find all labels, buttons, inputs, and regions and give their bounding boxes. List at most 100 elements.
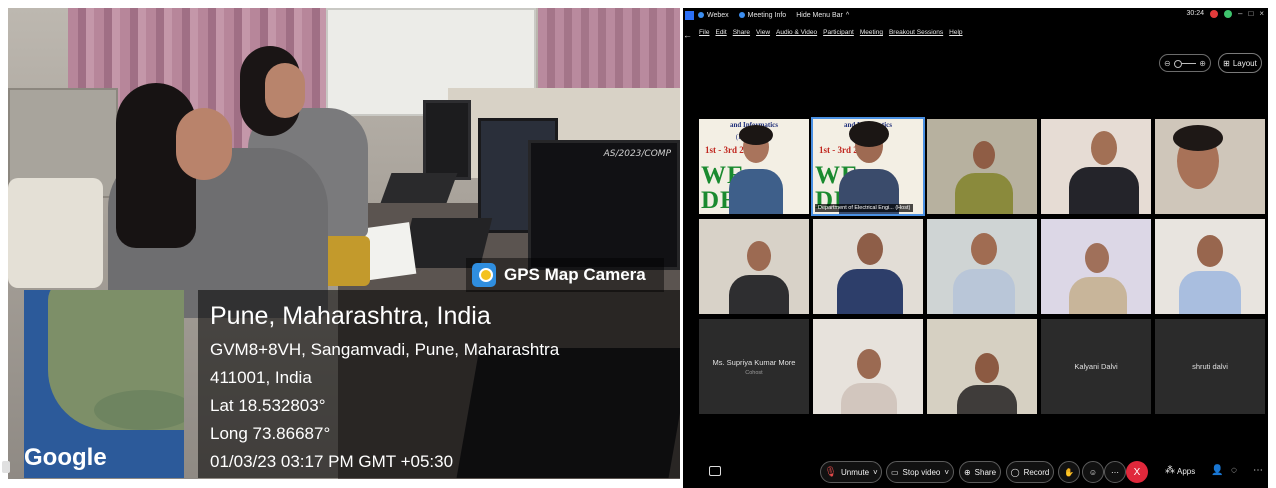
layout-label: Layout <box>1232 58 1257 68</box>
chevron-up-icon: ^ <box>845 11 850 19</box>
zoom-out-icon[interactable]: ⊖ <box>1164 59 1171 68</box>
video-tile[interactable] <box>1155 119 1265 214</box>
participant-tile-no-video[interactable]: Kalyani Dalvi <box>1041 319 1151 414</box>
menu-meeting[interactable]: Meeting <box>860 29 883 36</box>
video-tile[interactable] <box>1155 219 1265 314</box>
end-meeting-button[interactable]: X <box>1126 461 1148 483</box>
app-name-label: Webex <box>707 11 729 19</box>
participant-tile-no-video[interactable]: Ms. Supriya Kumar More Cohost <box>699 319 809 414</box>
video-tile[interactable] <box>927 219 1037 314</box>
participant-head <box>857 349 881 379</box>
end-label: X <box>1133 466 1141 478</box>
participant-hair <box>739 125 773 145</box>
reactions-button[interactable]: ☺ <box>1082 461 1104 483</box>
record-icon: ◯ <box>1010 467 1020 477</box>
menu-breakout[interactable]: Breakout Sessions <box>889 29 943 36</box>
menu-participant[interactable]: Participant <box>823 29 854 36</box>
gps-city: Pune, Maharashtra, India <box>210 302 491 330</box>
unmute-button[interactable]: 🎙 Unmute ˅ <box>820 461 882 483</box>
app-name[interactable]: Webex <box>698 12 729 19</box>
google-logo: Google <box>24 444 107 471</box>
gps-brand-badge: GPS Map Camera <box>466 258 664 292</box>
menu-audio-video[interactable]: Audio & Video <box>776 29 817 36</box>
host-name-label: Department of Electrical Engi... (Host) <box>815 204 914 212</box>
video-tile[interactable] <box>813 319 923 414</box>
apps-label[interactable]: Apps <box>1177 467 1195 476</box>
participant-hair <box>1173 125 1223 151</box>
chevron-down-icon[interactable]: ˅ <box>944 468 949 477</box>
hand-icon: ✋ <box>1064 467 1074 477</box>
zoom-in-icon[interactable]: ⊕ <box>1199 59 1206 68</box>
chat-bubble-icon[interactable]: ◌ <box>1231 465 1237 476</box>
info-icon <box>738 12 745 18</box>
record-label: Record <box>1023 467 1050 477</box>
hide-menu-label: Hide Menu Bar <box>796 11 843 19</box>
person-face <box>265 63 305 118</box>
menu-bar: File Edit Share View Audio & Video Parti… <box>699 29 963 36</box>
menu-share[interactable]: Share <box>733 29 750 36</box>
video-tile[interactable] <box>927 319 1037 414</box>
webex-logo-icon <box>698 12 704 18</box>
meeting-info-button[interactable]: Meeting Info <box>738 11 787 19</box>
record-button[interactable]: ◯ Record <box>1006 461 1054 483</box>
participant-head <box>971 233 997 265</box>
video-tile[interactable] <box>1041 219 1151 314</box>
camera-map-icon <box>472 263 496 287</box>
video-tile[interactable] <box>927 119 1037 214</box>
smiley-icon: ☺ <box>1088 467 1098 477</box>
participant-head <box>1091 131 1117 165</box>
close-icon[interactable]: × <box>1259 9 1264 18</box>
mic-muted-icon: 🎙 <box>824 466 837 478</box>
hide-menu-bar-button[interactable]: Hide Menu Bar ^ <box>796 12 849 19</box>
document-icon <box>2 461 10 473</box>
layout-button[interactable]: ⊞ Layout <box>1218 53 1262 73</box>
video-tile[interactable] <box>1041 119 1151 214</box>
back-arrow-icon[interactable]: ← <box>683 30 692 40</box>
participants-icon[interactable]: 👤 <box>1211 465 1223 476</box>
security-icon[interactable] <box>1224 9 1233 18</box>
raise-hand-button[interactable]: ✋ <box>1058 461 1080 483</box>
gps-photo: AS/2023/COMP GPS Map Camera Google Pune,… <box>8 8 680 479</box>
share-icon: ⊕ <box>963 467 971 477</box>
overflow-icon[interactable]: ⋯ <box>1253 465 1263 476</box>
title-bar-right: 30:24 – □ × <box>1187 9 1265 18</box>
more-icon: ⋯ <box>1111 467 1119 477</box>
video-tile[interactable] <box>813 219 923 314</box>
chevron-down-icon[interactable]: ˅ <box>873 468 878 477</box>
chat-icon[interactable] <box>709 466 721 476</box>
meeting-info-label: Meeting Info <box>747 11 787 19</box>
more-options-button[interactable]: ⋯ <box>1104 461 1126 483</box>
participant-role: Cohost <box>745 369 763 376</box>
participant-tile-no-video[interactable]: shruti dalvi <box>1155 319 1265 414</box>
maximize-icon[interactable]: □ <box>1248 9 1253 18</box>
zoom-track[interactable] <box>1173 59 1197 68</box>
share-button[interactable]: ⊕ Share <box>959 461 1001 483</box>
video-tile-host[interactable]: and Informatics (IEEE-2023) 1st - 3rd 20… <box>811 117 925 216</box>
monitor: AS/2023/COMP <box>528 140 680 270</box>
apps-icon[interactable]: ⁂ <box>1165 465 1175 476</box>
participant-head <box>857 233 883 265</box>
participant-head <box>1197 235 1223 267</box>
stop-video-button[interactable]: ▭ Stop video ˅ <box>886 461 954 483</box>
participant-body <box>953 269 1015 314</box>
gps-latitude: Lat 18.532803° <box>210 396 326 415</box>
participant-body <box>1179 271 1241 314</box>
zoom-slider[interactable]: ⊖ ⊕ <box>1159 54 1211 72</box>
participant-hair <box>849 121 889 147</box>
video-tile[interactable]: and Informatics (IEEE-2023) 1st - 3rd 20… <box>699 119 809 214</box>
participant-name: Kalyani Dalvi <box>1074 362 1118 371</box>
meeting-controls: 🎙 Unmute ˅ ▭ Stop video ˅ ⊕ Share ◯ Reco… <box>683 458 1268 488</box>
menu-help[interactable]: Help <box>949 29 962 36</box>
video-tile[interactable] <box>699 219 809 314</box>
map-land <box>94 390 184 430</box>
menu-edit[interactable]: Edit <box>715 29 726 36</box>
menu-view[interactable]: View <box>756 29 770 36</box>
gps-brand-name: GPS Map Camera <box>504 265 646 284</box>
gps-datetime: 01/03/23 03:17 PM GMT +05:30 <box>210 452 454 471</box>
menu-file[interactable]: File <box>699 29 709 36</box>
recording-icon[interactable] <box>1210 9 1219 18</box>
participant-head <box>975 353 999 383</box>
monitor <box>423 100 471 180</box>
chair <box>8 178 103 288</box>
minimize-icon[interactable]: – <box>1238 9 1242 18</box>
